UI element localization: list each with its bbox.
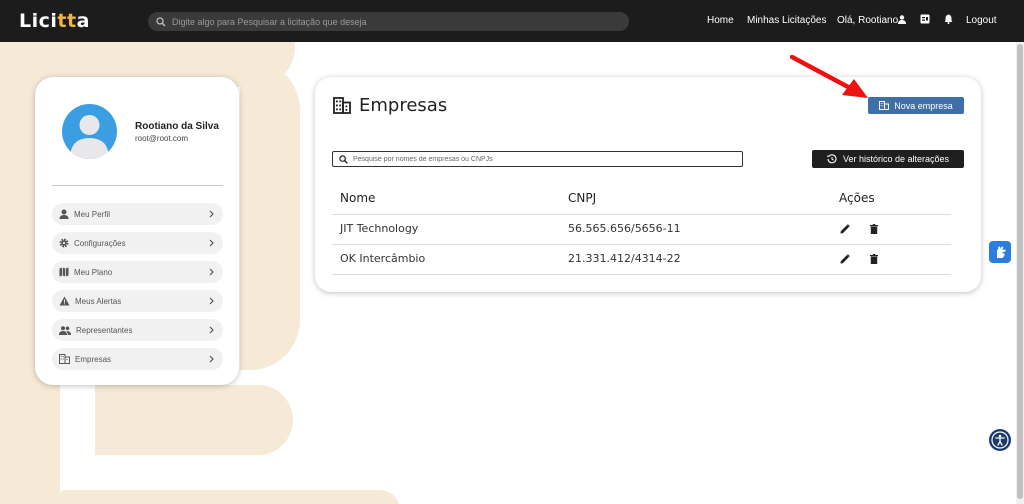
profile-user-email: root@root.com	[135, 134, 189, 143]
bell-icon[interactable]	[944, 14, 953, 24]
column-header-cnpj: CNPJ	[568, 191, 597, 205]
sidebar-item-label: Representantes	[76, 325, 133, 335]
empresas-card: Empresas Nova empresa Ver histórico de a…	[315, 77, 981, 292]
search-icon	[339, 154, 348, 164]
nav-minhas-licitacoes-link[interactable]: Minhas Licitações	[747, 15, 826, 26]
table-header-divider	[332, 214, 951, 215]
chevron-right-icon	[209, 239, 214, 247]
nova-empresa-label: Nova empresa	[894, 100, 953, 111]
nova-empresa-button[interactable]: Nova empresa	[868, 97, 964, 114]
trash-icon[interactable]	[870, 224, 878, 234]
map-icon	[59, 267, 69, 277]
edit-icon[interactable]	[840, 224, 850, 234]
sidebar-item-meu-plano[interactable]: Meu Plano	[52, 261, 223, 283]
row-nome: JIT Technology	[340, 222, 419, 235]
ver-historico-label: Ver histórico de alterações	[842, 154, 950, 164]
nav-home-link[interactable]: Home	[707, 15, 734, 26]
user-icon[interactable]	[898, 15, 906, 24]
sidebar-item-label: Empresas	[75, 354, 112, 364]
chevron-right-icon	[209, 210, 214, 218]
row-cnpj: 21.331.412/4314-22	[568, 252, 681, 265]
empresas-search-input[interactable]	[353, 155, 733, 163]
accessibility-button[interactable]	[989, 429, 1011, 451]
ver-historico-button[interactable]: Ver histórico de alterações	[812, 150, 964, 168]
background-decoration	[95, 385, 293, 455]
hand-sign-icon	[996, 246, 1006, 258]
global-search-input[interactable]	[172, 16, 612, 27]
edit-icon[interactable]	[840, 254, 850, 264]
empresas-search-field	[332, 151, 743, 167]
sidebar-item-empresas[interactable]: Empresas	[52, 348, 223, 370]
background-decoration	[60, 490, 400, 504]
sidebar-item-representantes[interactable]: Representantes	[52, 319, 223, 341]
nav-logout-link[interactable]: Logout	[966, 15, 997, 26]
accessibility-icon	[991, 431, 1009, 449]
history-icon	[827, 154, 837, 164]
page-title-group: Empresas	[333, 95, 447, 116]
building-icon	[59, 354, 70, 364]
chevron-right-icon	[209, 326, 214, 334]
nav-user-greeting[interactable]: Olá, Rootiano	[837, 15, 898, 26]
search-icon	[156, 16, 166, 27]
annotation-arrow	[790, 55, 868, 98]
sign-language-button[interactable]	[989, 241, 1011, 263]
app-logo[interactable]: Licitta	[19, 10, 90, 32]
page-title: Empresas	[359, 95, 448, 116]
sidebar-item-label: Meu Perfil	[74, 209, 111, 219]
table-row-divider	[332, 244, 951, 245]
gear-icon	[59, 238, 69, 248]
sidebar-item-label: Meu Plano	[74, 267, 113, 277]
user-icon	[59, 209, 69, 219]
building-icon	[879, 101, 890, 110]
building-icon	[333, 97, 351, 114]
page-scrollbar[interactable]	[1016, 42, 1024, 504]
profile-user-name: Rootiano da Silva	[135, 121, 219, 132]
row-nome: OK Intercâmbio	[340, 252, 426, 265]
sidebar-item-label: Meus Alertas	[75, 296, 122, 306]
sidebar-item-meus-alertas[interactable]: Meus Alertas	[52, 290, 223, 312]
table-row-divider	[332, 274, 951, 275]
profile-divider	[52, 185, 223, 186]
avatar-person-icon	[70, 115, 109, 159]
sidebar-item-label: Configurações	[74, 238, 126, 248]
sidebar-item-configuracoes[interactable]: Configurações	[52, 232, 223, 254]
chevron-right-icon	[209, 355, 214, 363]
top-navbar: Licitta Home Minhas Licitações Olá, Root…	[0, 0, 1024, 42]
id-card-icon[interactable]	[920, 14, 930, 24]
warning-icon	[59, 296, 70, 306]
global-search-bar	[148, 12, 629, 31]
column-header-acoes: Ações	[839, 191, 875, 205]
profile-card: Rootiano da Silva root@root.com Meu Perf…	[35, 77, 239, 385]
trash-icon[interactable]	[870, 254, 878, 264]
chevron-right-icon	[209, 297, 214, 305]
background-decoration	[240, 60, 300, 370]
scrollbar-thumb[interactable]	[1017, 44, 1023, 499]
people-icon	[59, 325, 71, 335]
chevron-right-icon	[209, 268, 214, 276]
sidebar-item-meu-perfil[interactable]: Meu Perfil	[52, 203, 223, 225]
avatar	[62, 104, 117, 159]
row-cnpj: 56.565.656/5656-11	[568, 222, 681, 235]
column-header-nome: Nome	[340, 191, 376, 205]
